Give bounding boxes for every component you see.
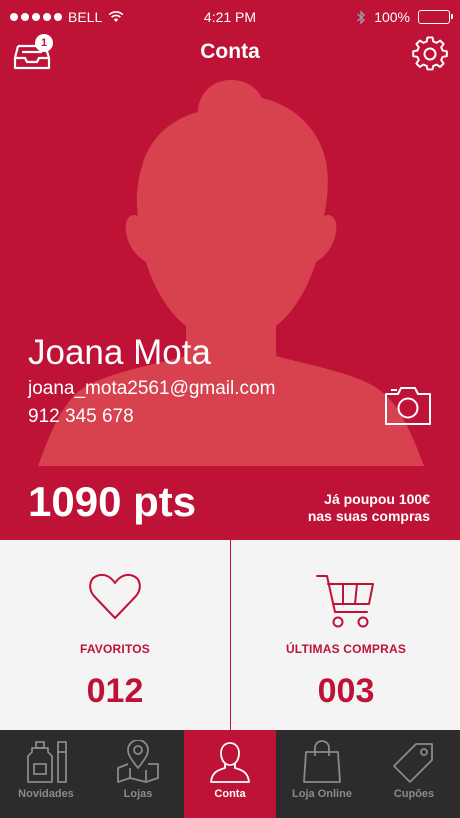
tab-label: Cupões: [393, 788, 435, 800]
tab-bar: Novidades Lojas Conta Loja Online Cupões: [0, 730, 460, 818]
battery-icon: [418, 10, 453, 24]
savings-summary: Já poupou 100€ nas suas compras: [308, 491, 430, 525]
recent-purchases-card[interactable]: ÚLTIMAS COMPRAS 003: [230, 540, 460, 730]
perfume-bottles-icon: [27, 741, 67, 783]
recent-purchases-label: ÚLTIMAS COMPRAS: [285, 642, 407, 656]
gear-icon: [412, 36, 448, 71]
battery-percent: 100%: [374, 9, 410, 25]
user-phone: 912 345 678: [28, 406, 134, 427]
tab-novidades[interactable]: Novidades: [0, 730, 92, 818]
points-balance: 1090 pts: [28, 478, 197, 525]
camera-icon: [385, 387, 431, 425]
savings-amount: 100€: [398, 491, 430, 507]
recent-purchases-count: 003: [317, 672, 375, 710]
map-pin-icon: [117, 740, 159, 783]
page-title: Conta: [200, 40, 260, 63]
savings-suffix: nas suas compras: [307, 508, 430, 524]
settings-button[interactable]: [412, 36, 448, 72]
user-icon: [210, 742, 250, 783]
savings-prefix: Já poupou: [324, 491, 399, 507]
status-bar: BELL 4:21 PM 100%: [0, 0, 460, 34]
favorites-label: FAVORITOS: [79, 642, 151, 656]
tab-lojas[interactable]: Lojas: [92, 730, 184, 818]
tab-label: Conta: [214, 788, 246, 800]
heart-icon: [89, 573, 141, 619]
user-name: Joana Mota: [28, 333, 211, 372]
tag-icon: [393, 743, 433, 783]
tab-label: Lojas: [123, 788, 153, 800]
shopping-bag-icon: [303, 740, 341, 783]
tab-label: Novidades: [18, 788, 74, 800]
tab-conta[interactable]: Conta: [184, 730, 276, 818]
change-photo-button[interactable]: [383, 383, 433, 427]
favorites-card[interactable]: FAVORITOS 012: [0, 540, 230, 730]
bluetooth-icon: [357, 9, 366, 25]
favorites-count: 012: [86, 672, 144, 710]
stats-panel: FAVORITOS 012 ÚLTIMAS COMPRAS 003: [0, 540, 460, 730]
cart-icon: [316, 575, 374, 628]
profile-header: BELL 4:21 PM 100% 1 Conta Joana Mota joa…: [0, 0, 460, 540]
tab-cupoes[interactable]: Cupões: [368, 730, 460, 818]
user-email: joana_mota2561@gmail.com: [28, 378, 276, 399]
tab-loja-online[interactable]: Loja Online: [276, 730, 368, 818]
tab-label: Loja Online: [292, 788, 352, 800]
